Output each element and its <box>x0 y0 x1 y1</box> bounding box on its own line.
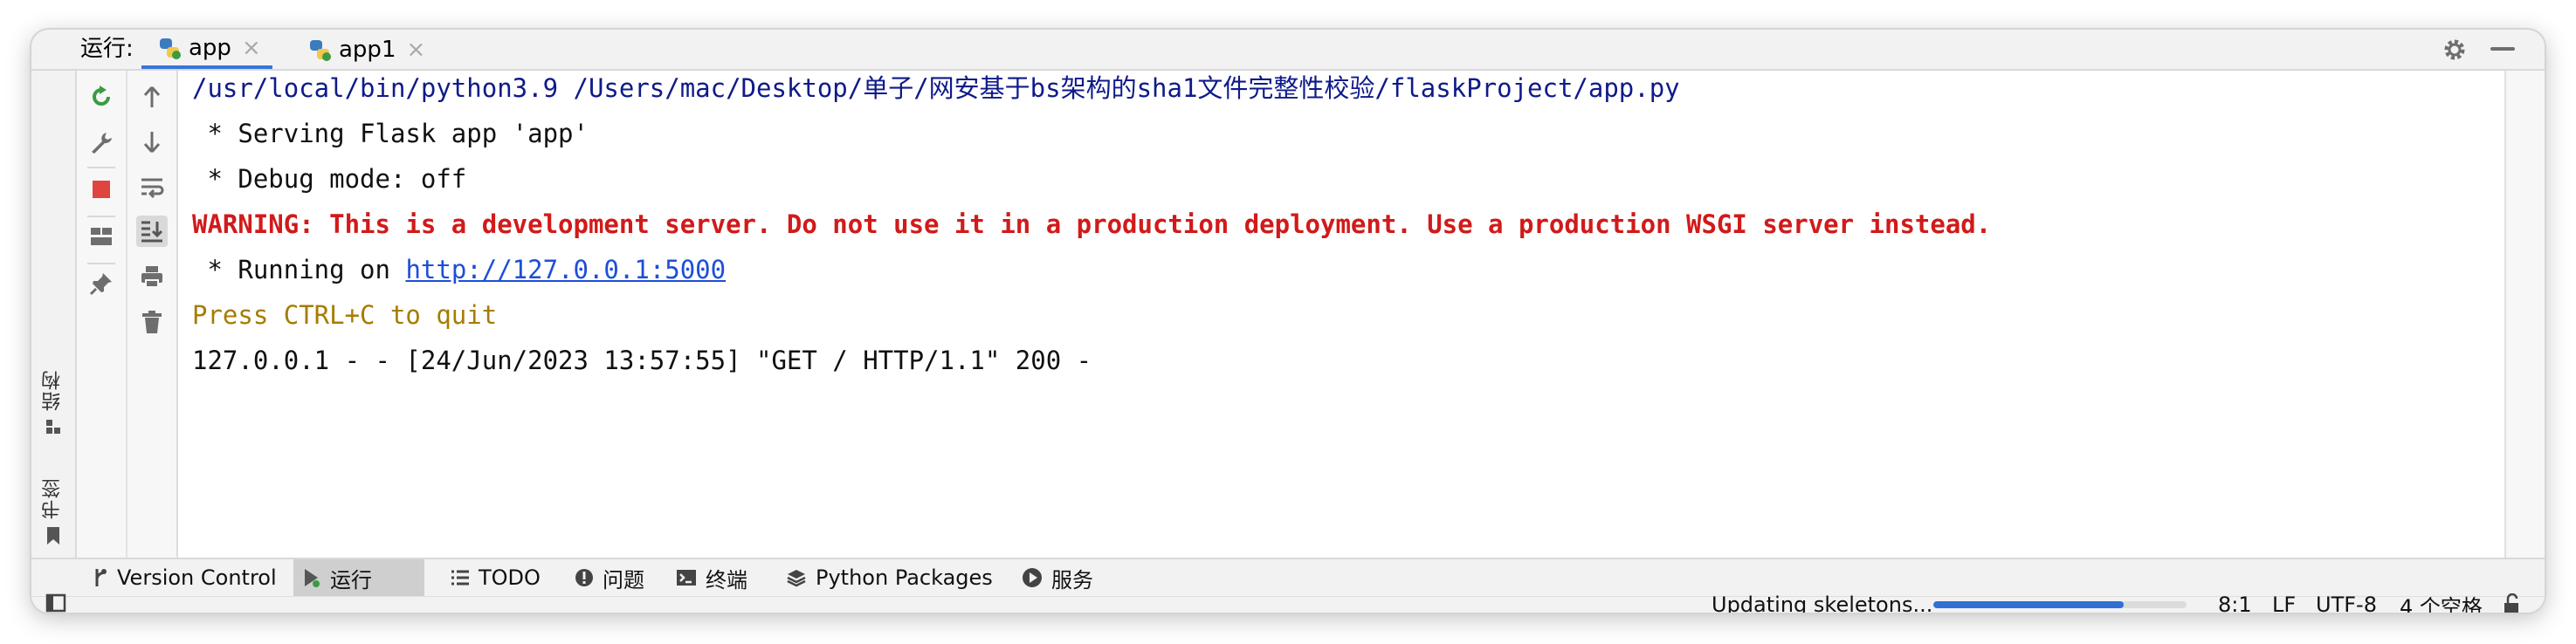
background-task-progress <box>1933 601 2187 608</box>
structure-icon <box>46 420 60 434</box>
status-bar: Updating skeletons... 8:1 LF UTF-8 4 个空格 <box>31 593 2545 613</box>
rerun-button[interactable] <box>86 81 117 113</box>
tab-run[interactable]: 运行 <box>293 559 424 596</box>
structure-label: 结构 <box>42 369 64 411</box>
line-separator[interactable]: LF <box>2272 592 2296 613</box>
clear-all-button[interactable] <box>136 306 168 338</box>
scroll-to-end-button[interactable] <box>136 216 168 247</box>
trash-icon <box>142 311 162 333</box>
python-file-icon <box>160 38 181 59</box>
structure-tool-tab[interactable]: 结构 <box>31 369 75 435</box>
console-command-line: /usr/local/bin/python3.9 /Users/mac/Desk… <box>192 73 1680 103</box>
tab-close-icon[interactable]: × <box>242 35 261 61</box>
run-header: 运行: app × app1 × <box>31 30 2545 71</box>
console-quit-hint: Press CTRL+C to quit <box>192 300 498 330</box>
scroll-down-button[interactable] <box>136 127 168 158</box>
scroll-to-end-icon <box>141 221 163 243</box>
tab-services[interactable]: 服务 <box>1013 559 1102 596</box>
console-output[interactable]: /usr/local/bin/python3.9 /Users/mac/Desk… <box>178 71 2506 558</box>
run-label: 运行: <box>80 36 134 62</box>
tab-app[interactable]: app × <box>141 30 272 69</box>
layout-icon <box>91 228 112 245</box>
console-running-line: * Running on http://127.0.0.1:5000 <box>192 252 726 287</box>
indent-setting[interactable]: 4 个空格 <box>2400 592 2483 613</box>
unlock-icon[interactable] <box>2503 593 2522 613</box>
tab-app-label: app <box>189 34 231 61</box>
list-icon <box>451 570 469 586</box>
pin-icon <box>89 273 112 296</box>
wrench-icon <box>92 133 112 154</box>
tab-services-label: 服务 <box>1051 567 1093 593</box>
print-button[interactable] <box>136 261 168 292</box>
arrow-down-icon <box>143 132 161 153</box>
edit-config-button[interactable] <box>86 127 117 158</box>
tab-close-icon[interactable]: × <box>406 37 425 63</box>
toolbar-divider <box>87 167 115 168</box>
right-scroll-gutter[interactable] <box>2504 71 2545 558</box>
python-file-icon <box>310 39 331 61</box>
console-serving-line: * Serving Flask app 'app' <box>192 119 589 148</box>
toggle-tool-windows-icon[interactable] <box>45 593 66 613</box>
minimize-icon[interactable] <box>2490 47 2515 51</box>
bottom-tool-bar: Version Control 运行 TODO 问题 终端 Python Pac… <box>31 558 2545 596</box>
tab-terminal[interactable]: 终端 <box>667 559 756 596</box>
left-tool-strip: 结构 书签 <box>31 71 77 558</box>
rerun-icon <box>93 86 110 106</box>
tab-version-control[interactable]: Version Control <box>84 559 286 596</box>
layers-icon <box>787 570 806 587</box>
run-toolbar-primary <box>77 71 127 558</box>
tab-app1[interactable]: app1 × <box>307 30 447 69</box>
layout-button[interactable] <box>86 221 117 252</box>
run-tool-window: 运行: app × app1 × 结构 书签 /usr/local/bin/py… <box>31 30 2545 613</box>
progress-fill <box>1933 601 2124 608</box>
tab-run-label: 运行 <box>330 567 372 593</box>
running-prefix: * Running on <box>192 255 406 284</box>
bookmarks-tool-tab[interactable]: 书签 <box>31 477 75 545</box>
bookmarks-label: 书签 <box>42 477 64 519</box>
run-icon <box>305 569 320 587</box>
soft-wrap-button[interactable] <box>136 172 168 203</box>
branch-icon <box>95 569 107 586</box>
tab-app1-label: app1 <box>339 36 396 63</box>
bookmark-icon <box>47 527 59 545</box>
scroll-up-button[interactable] <box>136 81 168 113</box>
terminal-icon <box>677 570 696 586</box>
play-circle-icon <box>1023 568 1042 587</box>
printer-icon <box>141 266 162 288</box>
background-task-status[interactable]: Updating skeletons... <box>1712 592 1932 613</box>
file-encoding[interactable]: UTF-8 <box>2316 592 2377 613</box>
run-toolbar-secondary <box>127 71 178 558</box>
arrow-up-icon <box>143 86 161 107</box>
tab-python-packages-label: Python Packages <box>816 565 993 590</box>
gear-icon[interactable] <box>2442 37 2468 63</box>
soft-wrap-icon <box>141 178 164 199</box>
tab-version-control-label: Version Control <box>117 565 277 590</box>
tab-terminal-label: 终端 <box>706 567 747 593</box>
tab-problems-label: 问题 <box>603 567 644 593</box>
stop-icon <box>93 181 110 198</box>
tab-python-packages[interactable]: Python Packages <box>777 559 1002 596</box>
console-request-log: 127.0.0.1 - - [24/Jun/2023 13:57:55] "GE… <box>192 346 1092 375</box>
tab-todo-label: TODO <box>479 565 541 590</box>
tab-problems[interactable]: 问题 <box>566 559 653 596</box>
console-debug-line: * Debug mode: off <box>192 164 467 194</box>
server-url-link[interactable]: http://127.0.0.1:5000 <box>405 255 726 284</box>
pin-tab-button[interactable] <box>86 268 117 299</box>
info-icon <box>575 569 593 586</box>
stop-button[interactable] <box>86 174 117 205</box>
toolbar-divider <box>87 216 115 217</box>
toolbar-divider <box>87 263 115 264</box>
console-warning-line: WARNING: This is a development server. D… <box>192 209 1992 239</box>
tab-todo[interactable]: TODO <box>442 559 549 596</box>
caret-position[interactable]: 8:1 <box>2218 592 2252 613</box>
